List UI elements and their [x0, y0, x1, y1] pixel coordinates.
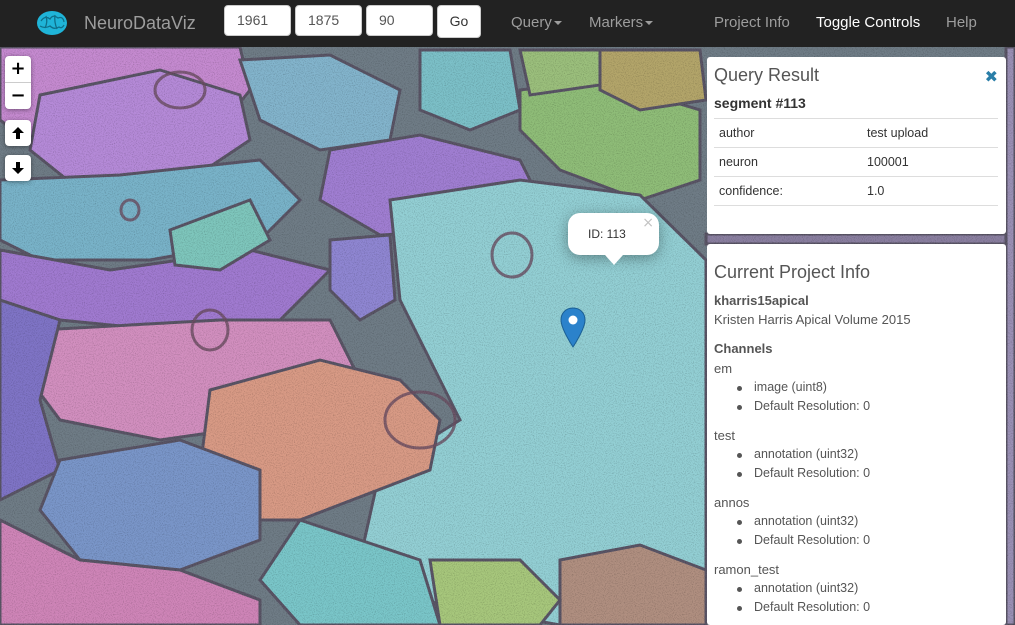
popup-id-text: ID: 113 [588, 227, 626, 241]
close-icon[interactable]: ✖ [985, 67, 998, 86]
project-name: kharris15apical [714, 293, 809, 308]
layer-down-button[interactable] [5, 155, 31, 181]
row-key: neuron [714, 147, 862, 177]
query-result-panel: Query Result ✖ segment #113 author test … [707, 57, 1006, 234]
channel-name: em [714, 361, 733, 376]
table-row: author test upload [714, 118, 998, 148]
map-marker-icon[interactable] [560, 307, 586, 348]
channel-detail: Default Resolution: 0 [736, 600, 871, 614]
query-menu[interactable]: Query [511, 14, 562, 31]
navbar: NeuroDataViz 1961 1875 90 Go Query Marke… [0, 0, 1015, 47]
row-key: confidence: [714, 176, 862, 206]
table-row: neuron 100001 [714, 147, 998, 177]
query-menu-label: Query [511, 14, 552, 31]
channel-name: annos [714, 495, 750, 510]
markers-menu[interactable]: Markers [589, 14, 654, 31]
markers-menu-label: Markers [589, 14, 644, 31]
row-value: test upload [862, 118, 998, 148]
layer-up-button[interactable] [5, 120, 31, 146]
popup-tip [605, 255, 623, 265]
table-row: confidence: 1.0 [714, 176, 998, 206]
brain-logo-icon [37, 11, 67, 35]
channel-name: test [714, 428, 735, 443]
channel-detail: annotation (uint32) [736, 514, 859, 528]
brand-title: NeuroDataViz [84, 12, 196, 33]
channel-name: ramon_test [714, 562, 780, 577]
brand[interactable]: NeuroDataViz [36, 9, 196, 37]
popup-close-button[interactable]: × [642, 215, 654, 231]
channel-detail: Default Resolution: 0 [736, 399, 871, 413]
go-button[interactable]: Go [437, 5, 481, 38]
y-coordinate-input[interactable]: 1875 [295, 5, 362, 36]
caret-down-icon [553, 21, 562, 26]
channel-detail: Default Resolution: 0 [736, 466, 871, 480]
segment-popup: ID: 113 × [568, 213, 659, 265]
help-link[interactable]: Help [946, 14, 977, 31]
zoom-control: + − [5, 56, 31, 109]
query-result-title: Query Result [714, 65, 820, 85]
project-info-panel: Current Project Info kharris15apical Kri… [707, 244, 1006, 625]
zoom-out-button[interactable]: − [5, 82, 31, 109]
x-coordinate-input[interactable]: 1961 [224, 5, 291, 36]
channel-detail: annotation (uint32) [736, 447, 859, 461]
channel-detail: annotation (uint32) [736, 581, 859, 595]
arrow-up-icon [12, 127, 24, 139]
row-value: 100001 [862, 147, 998, 177]
query-result-table: author test upload neuron 100001 confide… [714, 118, 998, 206]
z-coordinate-input[interactable]: 90 [366, 5, 433, 36]
channels-heading: Channels [714, 341, 773, 356]
segment-title: segment #113 [714, 95, 806, 111]
project-info-link[interactable]: Project Info [714, 14, 790, 31]
toggle-controls-link[interactable]: Toggle Controls [816, 14, 920, 31]
channel-detail: image (uint8) [737, 380, 827, 394]
row-value: 1.0 [862, 176, 998, 206]
row-key: author [714, 118, 862, 148]
project-info-title: Current Project Info [714, 262, 871, 282]
channel-detail: Default Resolution: 0 [736, 533, 871, 547]
arrow-down-icon [12, 162, 24, 174]
caret-down-icon [645, 21, 654, 26]
zoom-in-button[interactable]: + [5, 56, 31, 82]
project-description: Kristen Harris Apical Volume 2015 [714, 312, 911, 327]
